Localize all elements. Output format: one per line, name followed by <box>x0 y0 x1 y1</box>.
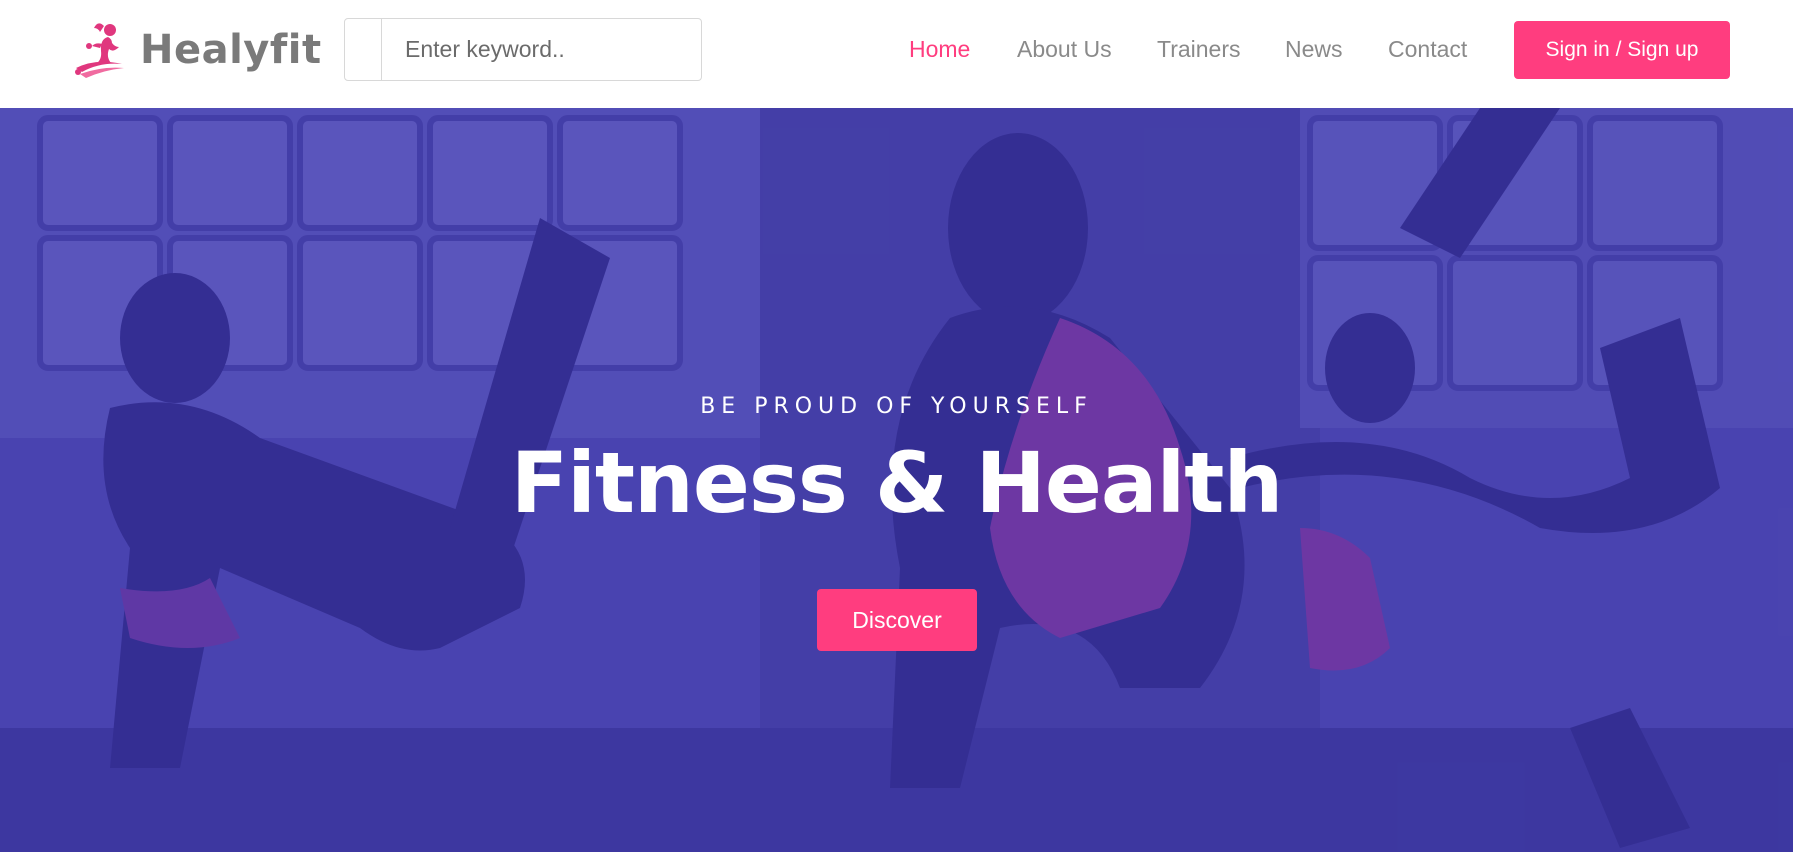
site-header: Healyfit Home About Us Trainers News Con… <box>0 0 1793 108</box>
nav-home[interactable]: Home <box>909 36 970 63</box>
discover-button[interactable]: Discover <box>817 589 977 651</box>
hero-section: BE PROUD OF YOURSELF Fitness & Health Di… <box>0 108 1793 852</box>
logo-text: Healyfit <box>140 27 322 73</box>
nav-about-us[interactable]: About Us <box>1017 36 1112 63</box>
search-box <box>344 18 702 81</box>
search-icon <box>355 41 371 58</box>
nav-contact[interactable]: Contact <box>1388 36 1467 63</box>
nav-trainers[interactable]: Trainers <box>1157 36 1241 63</box>
logo[interactable]: Healyfit <box>70 20 322 80</box>
hero-title: Fitness & Health <box>510 434 1284 532</box>
search-input[interactable] <box>382 19 701 80</box>
hero-tagline: BE PROUD OF YOURSELF <box>700 394 1093 419</box>
search-button[interactable] <box>345 19 382 80</box>
hero-content: BE PROUD OF YOURSELF Fitness & Health Di… <box>0 108 1793 852</box>
fitness-woman-icon <box>75 23 124 78</box>
nav-news[interactable]: News <box>1285 36 1343 63</box>
signin-signup-button[interactable]: Sign in / Sign up <box>1514 21 1730 79</box>
